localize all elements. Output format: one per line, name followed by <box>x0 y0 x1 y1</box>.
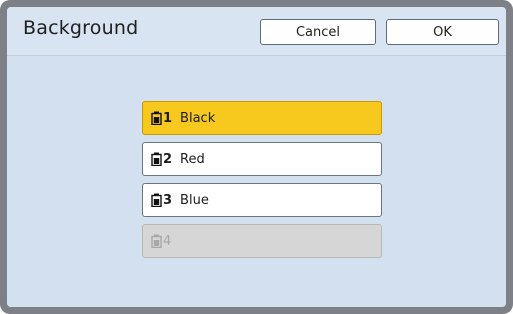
device-screen-frame: Background Cancel OK 1 Black 2 Red 3 Blu… <box>0 0 513 314</box>
option-number: 1 <box>163 110 173 126</box>
background-dialog: Background Cancel OK 1 Black 2 Red 3 Blu… <box>7 7 506 307</box>
option-drum-4: 4 <box>142 224 382 258</box>
option-label: Red <box>180 151 205 167</box>
color-option-list: 1 Black 2 Red 3 Blue 4 <box>142 101 382 265</box>
dialog-header: Background Cancel OK <box>7 7 506 56</box>
ink-cartridge-icon <box>151 234 162 248</box>
option-number: 2 <box>163 151 173 167</box>
option-number: 3 <box>163 192 173 208</box>
dialog-title: Background <box>23 17 139 39</box>
dialog-body: 1 Black 2 Red 3 Blue 4 <box>7 56 506 307</box>
option-drum-1[interactable]: 1 Black <box>142 101 382 135</box>
option-drum-2[interactable]: 2 Red <box>142 142 382 176</box>
option-label: Blue <box>180 192 209 208</box>
option-drum-3[interactable]: 3 Blue <box>142 183 382 217</box>
ink-cartridge-icon <box>151 193 162 207</box>
option-label: Black <box>180 110 216 126</box>
cancel-button[interactable]: Cancel <box>260 19 376 45</box>
ink-cartridge-icon <box>151 152 162 166</box>
option-number: 4 <box>163 233 172 249</box>
ok-button[interactable]: OK <box>386 19 499 45</box>
ink-cartridge-icon <box>151 111 162 125</box>
